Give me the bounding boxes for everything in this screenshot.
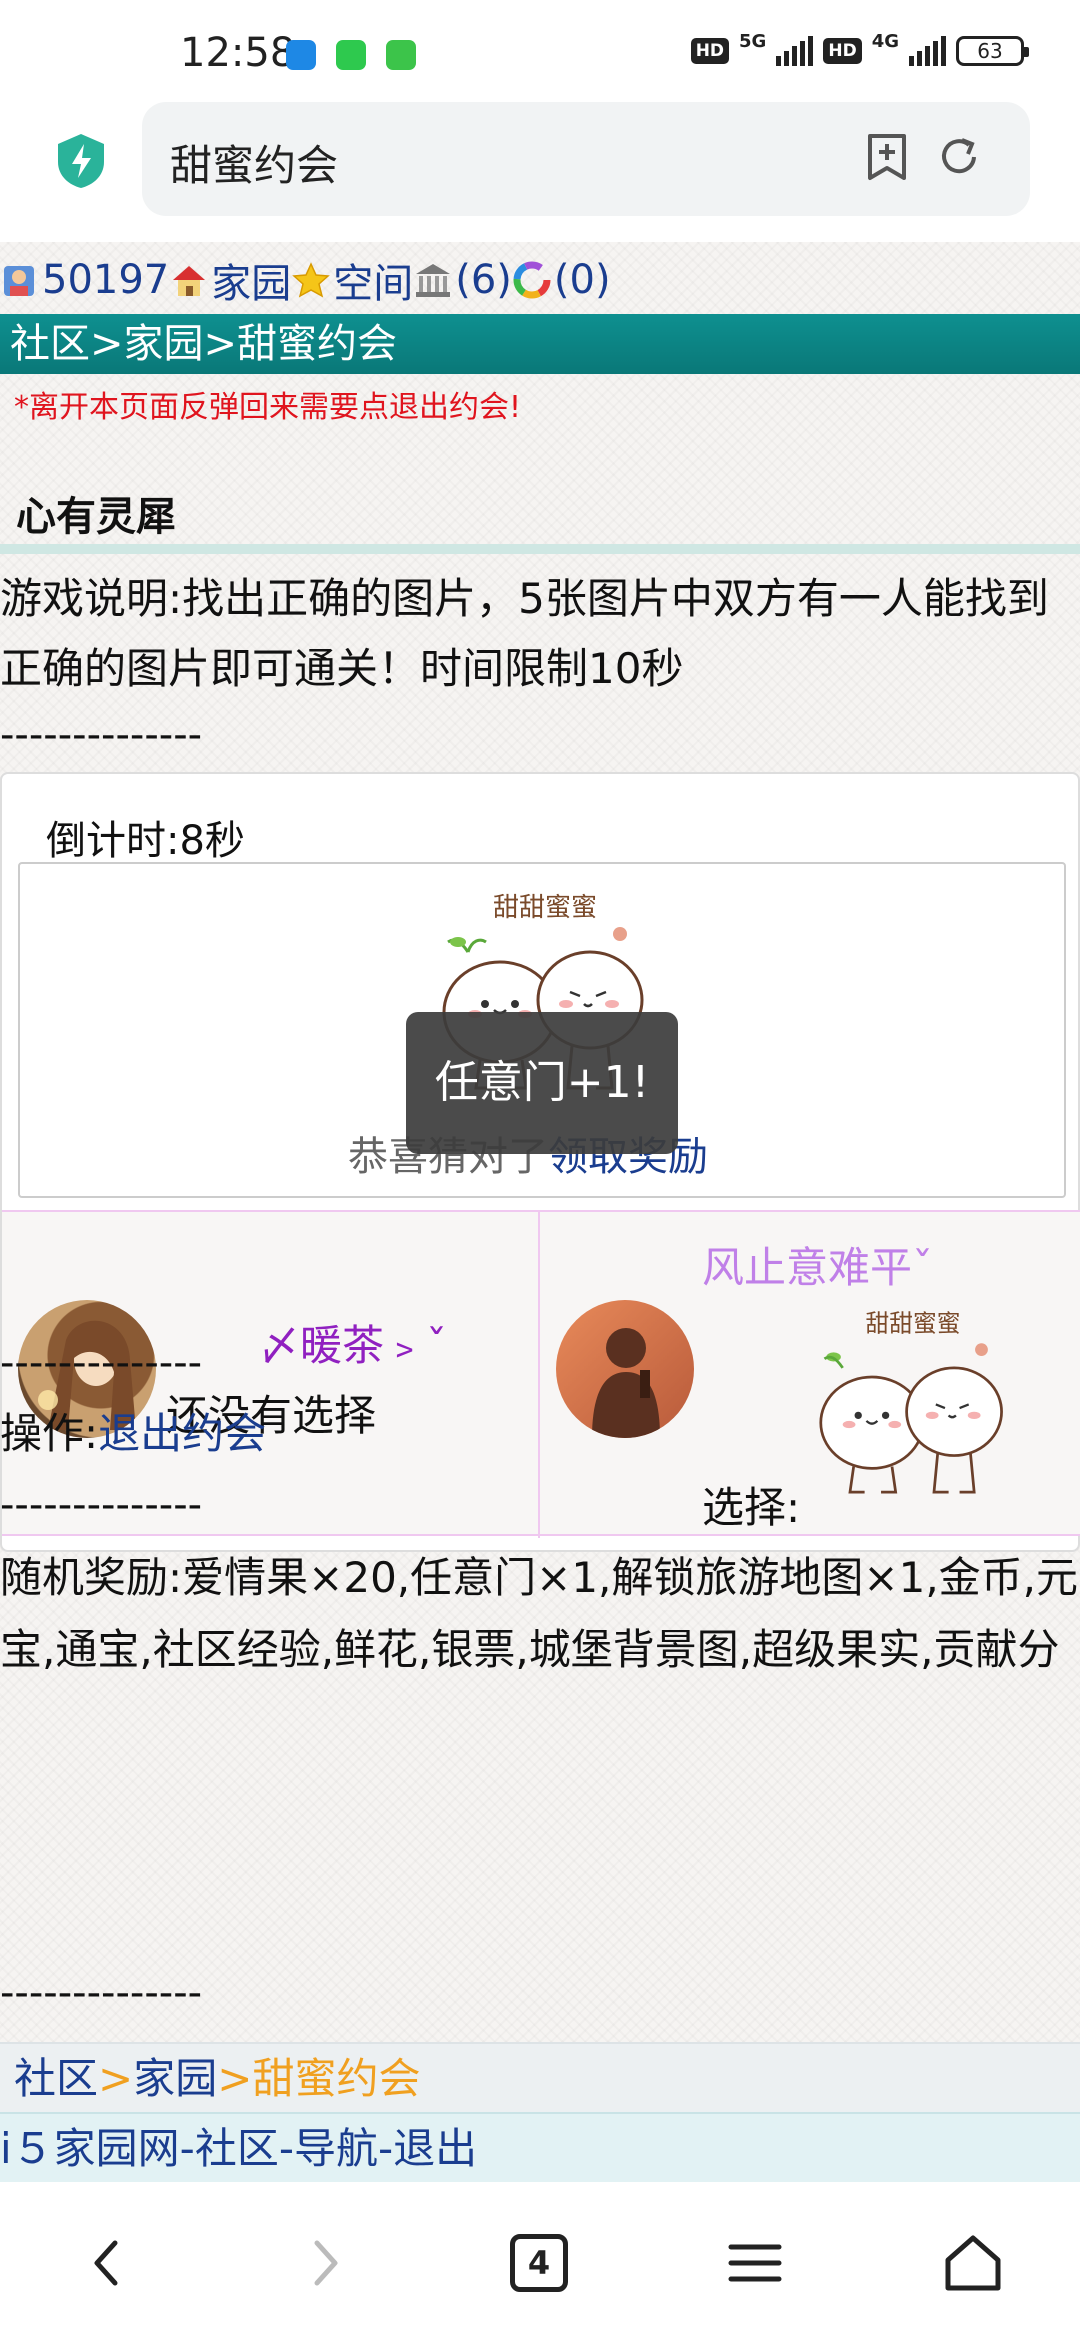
players-divider	[538, 1212, 540, 1538]
signal-icon	[909, 36, 946, 66]
bookmark-add-icon[interactable]	[860, 130, 914, 184]
link-separator: -	[278, 2124, 294, 2173]
network-4g-label: 4G	[871, 30, 899, 52]
silhouette-portrait-icon	[592, 1328, 660, 1438]
right-player-status: 选择:	[702, 1483, 801, 1532]
status-indicators: HD 5G HD 4G 63	[690, 31, 1029, 66]
footer-breadcrumb: 社区>家园>甜蜜约会	[0, 2042, 1080, 2112]
notice-text: *离开本页面反弹回来需要点退出约会!	[14, 390, 522, 425]
back-button[interactable]	[62, 2218, 152, 2308]
status-time: 12:58	[180, 30, 296, 76]
navigation-link[interactable]: 导航	[294, 2124, 378, 2173]
operation-label: 操作:	[0, 1409, 99, 1458]
breadcrumb: 社区>家园>甜蜜约会	[0, 314, 1080, 374]
home-link[interactable]: 家园	[211, 251, 291, 309]
right-choice-sticker[interactable]: 甜甜蜜蜜	[808, 1304, 1018, 1514]
community-link[interactable]: 社区	[195, 2124, 279, 2173]
footer-links: i５家园网-社区-导航-退出	[0, 2112, 1080, 2182]
forward-icon	[314, 2240, 338, 2286]
hd-icon: HD	[823, 38, 862, 64]
dash-divider: --------------	[0, 712, 203, 758]
left-player-name[interactable]: 〆暖茶﹥ˇ	[258, 1312, 447, 1373]
address-text[interactable]: 甜蜜约会	[170, 132, 338, 193]
toast-message: 任意门+1!	[406, 1012, 678, 1154]
back-icon	[94, 2240, 118, 2286]
home-button[interactable]	[928, 2218, 1018, 2308]
bank-icon[interactable]	[413, 260, 453, 300]
link-separator: -	[378, 2124, 394, 2173]
battery-icon: 63	[956, 36, 1029, 66]
right-player-avatar[interactable]	[556, 1300, 694, 1438]
color-wheel-icon[interactable]	[512, 260, 552, 300]
operation-row: 操作:退出约会	[0, 1400, 266, 1461]
menu-button[interactable]	[710, 2218, 800, 2308]
tabs-button[interactable]: 4	[494, 2218, 584, 2308]
network-5g-label: 5G	[739, 30, 767, 52]
random-rewards-text: 随机奖励:爱情果×20,任意门×1,解锁旅游地图×1,金币,元宝,通宝,社区经验…	[0, 1553, 1079, 1674]
user-icon[interactable]	[0, 260, 40, 300]
sticker-caption: 甜甜蜜蜜	[493, 893, 597, 923]
link-separator: -	[179, 2124, 195, 2173]
refresh-icon[interactable]	[932, 130, 986, 184]
wheel-count-link[interactable]: (0)	[554, 257, 611, 303]
title-divider	[0, 544, 1080, 554]
dash-divider: --------------	[0, 1482, 203, 1528]
bank-count-link[interactable]: (6)	[455, 257, 512, 303]
dash-divider: --------------	[0, 1340, 203, 1386]
section-title: 心有灵犀	[16, 494, 176, 540]
choice-sticker-caption: 甜甜蜜蜜	[866, 1309, 961, 1337]
star-icon[interactable]	[291, 260, 331, 300]
site-home-link[interactable]: i５家园网	[0, 2124, 180, 2173]
hd-icon: HD	[690, 38, 730, 64]
browser-toolbar: 甜蜜约会	[0, 96, 1080, 242]
user-info-row: 50197 家园 空间 (6) (0)	[0, 250, 611, 310]
footer-current-page: 甜蜜约会	[252, 2054, 421, 2103]
cat-app-icon	[386, 40, 416, 70]
shield-icon[interactable]	[54, 132, 108, 190]
tabs-icon: 4	[510, 2234, 568, 2292]
web-page: 50197 家园 空间 (6) (0) 社区>家园>甜蜜约会 *离开本页面反弹回…	[0, 242, 1080, 2182]
address-bar[interactable]: 甜蜜约会	[142, 102, 1030, 216]
home-icon	[945, 2235, 1001, 2291]
user-id-link[interactable]: 50197	[42, 257, 169, 303]
dash-divider: --------------	[0, 1970, 203, 2016]
footer-home-link[interactable]: 家园	[133, 2054, 217, 2103]
browser-bottom-nav: 4	[0, 2182, 1080, 2340]
logout-link[interactable]: 退出	[393, 2124, 477, 2173]
signal-icon	[776, 36, 814, 66]
crumb-separator: >	[217, 2054, 253, 2103]
house-icon[interactable]	[169, 260, 209, 300]
exit-date-link[interactable]: 退出约会	[98, 1409, 266, 1458]
forward-button[interactable]	[280, 2218, 370, 2308]
countdown-timer: 倒计时:8秒	[46, 818, 245, 864]
upload-app-icon	[286, 40, 316, 70]
menu-icon	[728, 2244, 782, 2282]
footer-community-link[interactable]: 社区	[14, 2054, 98, 2103]
status-bar: 12:58 HD 5G HD 4G 63	[0, 0, 1080, 96]
message-app-icon	[336, 40, 366, 70]
game-description: 游戏说明:找出正确的图片，5张图片中双方有一人能找到正确的图片即可通关！时间限制…	[0, 574, 1049, 693]
crumb-separator: >	[98, 2054, 134, 2103]
right-player-name[interactable]: 风止意难平ˇ	[702, 1234, 933, 1295]
space-link[interactable]: 空间	[333, 251, 413, 309]
